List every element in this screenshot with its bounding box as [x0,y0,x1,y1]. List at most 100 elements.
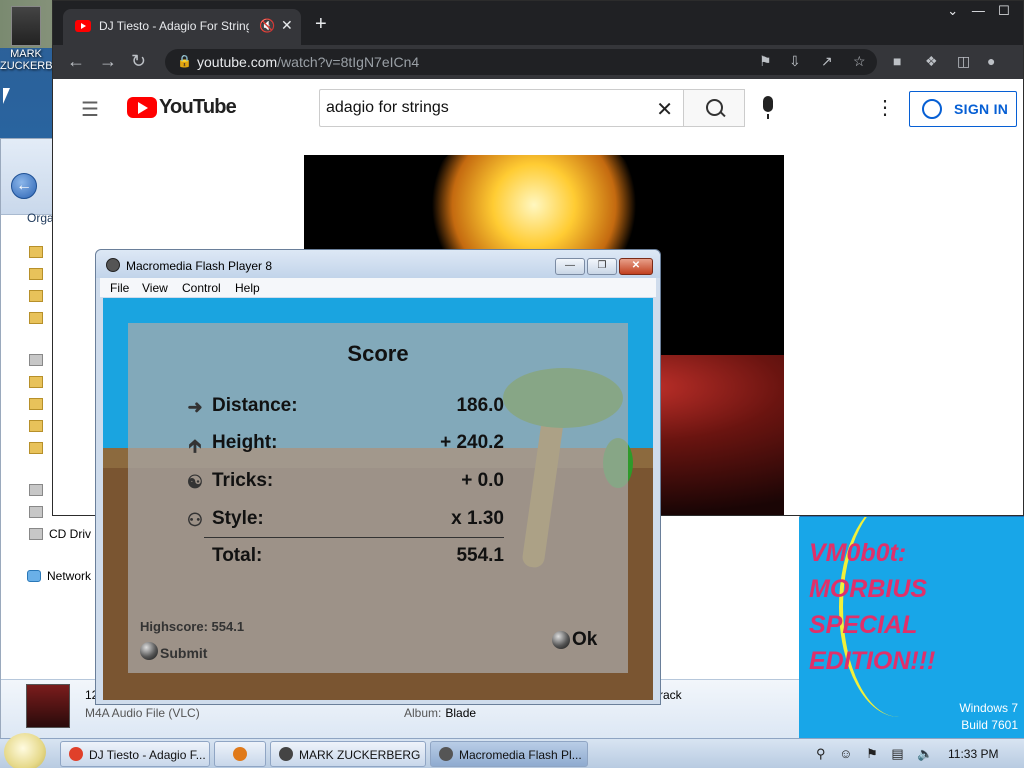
taskbar-clock[interactable]: 11:33 PM [948,747,998,761]
sign-in-button[interactable]: SIGN IN [909,91,1017,127]
window-controls: ⌄ — ☐ [942,3,1015,19]
start-button[interactable] [4,733,46,768]
flash-stage[interactable]: Score ➜ Distance: 186.0 🡱 Height: + 240.… [103,298,653,700]
tree-item-network[interactable]: Network [27,569,91,583]
maximize-icon[interactable]: ☐ [993,3,1015,19]
desktop-banner-image: VM0b0t: MORBIUS SPECIAL EDITION!!! Windo… [799,517,1024,738]
network-icon[interactable]: ▤ [891,746,903,761]
banner-text: VM0b0t: MORBIUS SPECIAL EDITION!!! [809,535,935,679]
tree-item-favorites[interactable] [29,245,49,259]
hamburger-menu-icon[interactable]: ☰ [81,97,99,122]
smiley-icon[interactable]: ☺ [839,746,852,761]
desktop-icon-mark-zuckerberg[interactable]: MARK ZUCKERB [0,4,53,72]
flash-title-bar[interactable]: Macromedia Flash Player 8 — ❐ ✕ [96,250,660,278]
youtube-header: ☰ YouTube ✕ ⋮ SIGN IN [53,79,1023,139]
browser-toolbar: ← → ↻ 🔒 youtube.com/watch?v=8tIgN7eICn4 … [53,45,1023,79]
tree-item-homegroup[interactable] [29,353,49,367]
search-button[interactable] [683,89,745,127]
bookmark-star-icon[interactable]: ☆ [853,53,866,70]
score-title: Score [347,341,409,366]
score-label: Total: [212,545,263,566]
close-button[interactable]: ✕ [619,258,653,275]
minimize-icon[interactable]: — [967,3,989,18]
back-arrow-icon[interactable]: ← [11,173,37,199]
volume-icon[interactable]: 🔈 [917,746,933,761]
highscore-text: Highscore: 554.1 [140,619,245,634]
score-label: Height: [212,432,278,453]
banner-line: VM0b0t: [809,539,907,567]
tree-item[interactable] [29,419,49,433]
tree-item[interactable] [29,397,49,411]
puzzle-extensions-icon[interactable]: ❖ [925,53,938,70]
install-icon[interactable]: ⇩ [789,53,801,70]
taskbar-item-chrome[interactable]: DJ Tiesto - Adagio F... [60,741,210,767]
os-name: Windows 7 [959,701,1018,715]
tab-strip: DJ Tiesto - Adagio For Strings 🔇 ✕ + ⌄ —… [53,1,1023,45]
score-label: Tricks: [212,470,274,491]
taskbar-item-flash[interactable]: Macromedia Flash Pl... [430,741,588,767]
submit-ball-icon[interactable] [140,642,158,660]
flash-logo-icon [439,747,453,761]
tree-item-computer[interactable] [29,483,49,497]
score-row-style: ⚇ Style: x 1.30 [184,508,504,532]
clear-search-icon[interactable]: ✕ [656,97,673,122]
tab-close-icon[interactable]: ✕ [281,17,293,34]
tree-item[interactable] [29,441,49,455]
score-row-total: Total: 554.1 [184,545,504,569]
file-type: M4A Audio File (VLC) [85,706,200,720]
taskbar-item-firefox[interactable] [214,741,266,767]
folder-icon [29,420,43,432]
menu-help[interactable]: Help [235,281,260,295]
microphone-icon[interactable] [763,96,773,119]
search-input[interactable] [326,97,646,119]
minimize-button[interactable]: — [555,258,585,275]
extension-flag-icon[interactable]: ■ [893,53,901,69]
tree-item[interactable] [29,267,49,281]
search-icon[interactable]: ⚲ [816,746,826,761]
menu-file[interactable]: File [110,281,129,295]
drive-icon [29,506,43,518]
back-icon[interactable]: ← [67,51,85,72]
profile-icon[interactable]: ● [987,53,995,69]
ok-ball-icon[interactable] [552,631,570,649]
tab-youtube[interactable]: DJ Tiesto - Adagio For Strings 🔇 ✕ [63,9,301,45]
tree-item[interactable] [29,505,49,519]
new-tab-icon[interactable]: + [315,13,327,36]
mouse-cursor-icon [3,88,10,104]
tree-item[interactable] [29,375,49,389]
reload-icon[interactable]: ↻ [131,51,146,72]
desktop-icon-image [11,6,41,46]
tree-item[interactable] [29,311,49,325]
ok-button[interactable]: Ok [572,629,597,651]
chevron-down-icon[interactable]: ⌄ [942,3,964,19]
youtube-favicon-icon [75,20,91,32]
muted-speaker-icon[interactable]: 🔇 [259,18,275,34]
youtube-logo-icon[interactable] [127,97,157,118]
menu-view[interactable]: View [142,281,168,295]
submit-button[interactable]: Submit [160,645,207,661]
site-permissions-icon[interactable]: ⚑ [759,53,772,70]
sidebar-icon[interactable]: ◫ [957,53,970,70]
arrow-right-icon: ➜ [187,397,203,417]
album-value: Blade [445,706,477,720]
organize-menu[interactable]: Orga [27,211,54,225]
firefox-icon [233,747,247,761]
search-box: ✕ [319,89,683,127]
star-icon [29,246,43,258]
folder-icon [29,376,43,388]
tree-item[interactable] [29,289,49,303]
menu-control[interactable]: Control [182,281,221,295]
more-options-icon[interactable]: ⋮ [875,95,895,120]
score-value: + 240.2 [440,432,504,453]
score-panel: Score ➜ Distance: 186.0 🡱 Height: + 240.… [128,323,628,673]
forward-icon[interactable]: → [99,51,117,72]
homegroup-icon [29,354,43,366]
share-icon[interactable]: ↗ [821,53,833,70]
restore-button[interactable]: ❐ [587,258,617,275]
flag-icon[interactable]: ⚑ [866,746,878,761]
banner-line: SPECIAL [809,611,918,639]
youtube-logo-text[interactable]: YouTube [159,96,237,119]
tree-item-cd-drive[interactable]: CD Driv [29,527,91,541]
score-row-tricks: ☯ Tricks: + 0.0 [184,470,504,494]
taskbar-item-explorer[interactable]: MARK ZUCKERBERG [270,741,426,767]
